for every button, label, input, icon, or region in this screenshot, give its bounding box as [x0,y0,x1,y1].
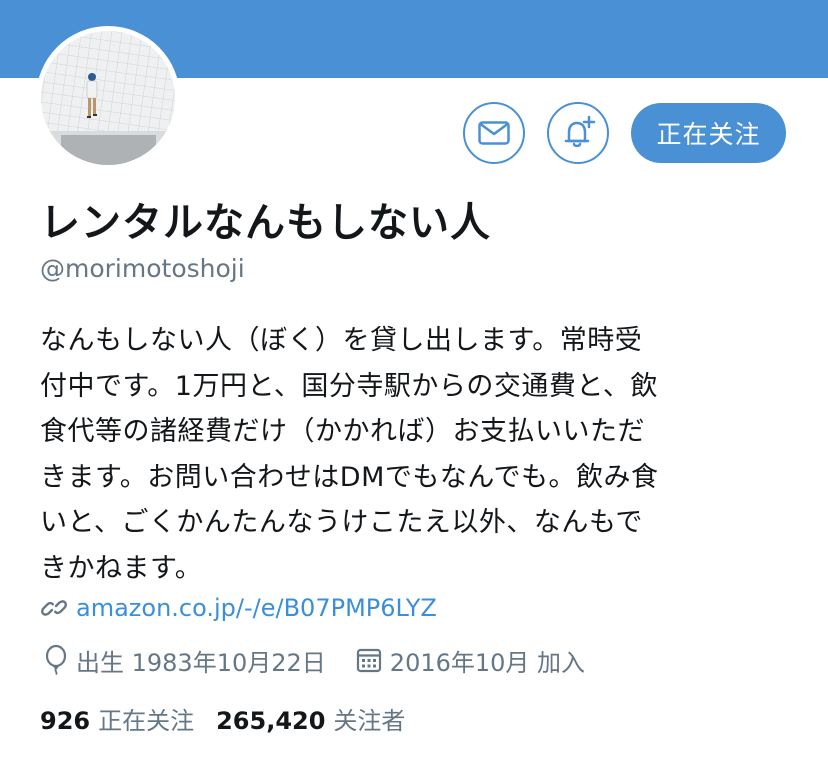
birth-date-text: 出生 1983年10月22日 [76,648,326,677]
join-date: 2016年10月 加入 [356,643,585,678]
website-link[interactable]: amazon.co.jp/-/e/B07PMP6LYZ [76,594,437,622]
join-date-text: 2016年10月 加入 [389,648,586,677]
link-icon [40,600,68,616]
avatar[interactable] [36,26,180,170]
bell-plus-icon [564,115,596,148]
followers-count: 265,420 [216,706,326,735]
follow-stats: 926 正在关注 265,420 关注者 [40,701,405,735]
handle: @morimotoshoji [40,254,245,283]
following-button[interactable]: 正在关注 [631,103,786,163]
profile-page: 正在关注 レンタルなんもしない人 @morimotoshoji なんもしない人（… [0,0,828,771]
mail-icon [478,121,510,145]
following-count: 926 [40,706,91,735]
notifications-button[interactable] [547,102,609,164]
display-name: レンタルなんもしない人 [40,200,491,246]
bio: なんもしない人（ぼく）を貸し出します。常時受 付中です。1万円と、国分寺駅からの… [40,325,659,584]
following-label: 正在关注 [98,706,195,735]
followers-stat[interactable]: 265,420 关注者 [216,701,405,736]
avatar-photo [41,31,175,165]
profile-meta: 出生 1983年10月22日 2016年10月 加入 [44,643,585,677]
website-row: amazon.co.jp/-/e/B07PMP6LYZ [40,592,437,624]
followers-label: 关注者 [333,706,406,735]
following-stat[interactable]: 926 正在关注 [40,701,194,736]
message-button[interactable] [463,102,525,164]
balloon-icon [45,645,67,675]
birth-date: 出生 1983年10月22日 [44,643,326,678]
calendar-icon [356,648,381,673]
